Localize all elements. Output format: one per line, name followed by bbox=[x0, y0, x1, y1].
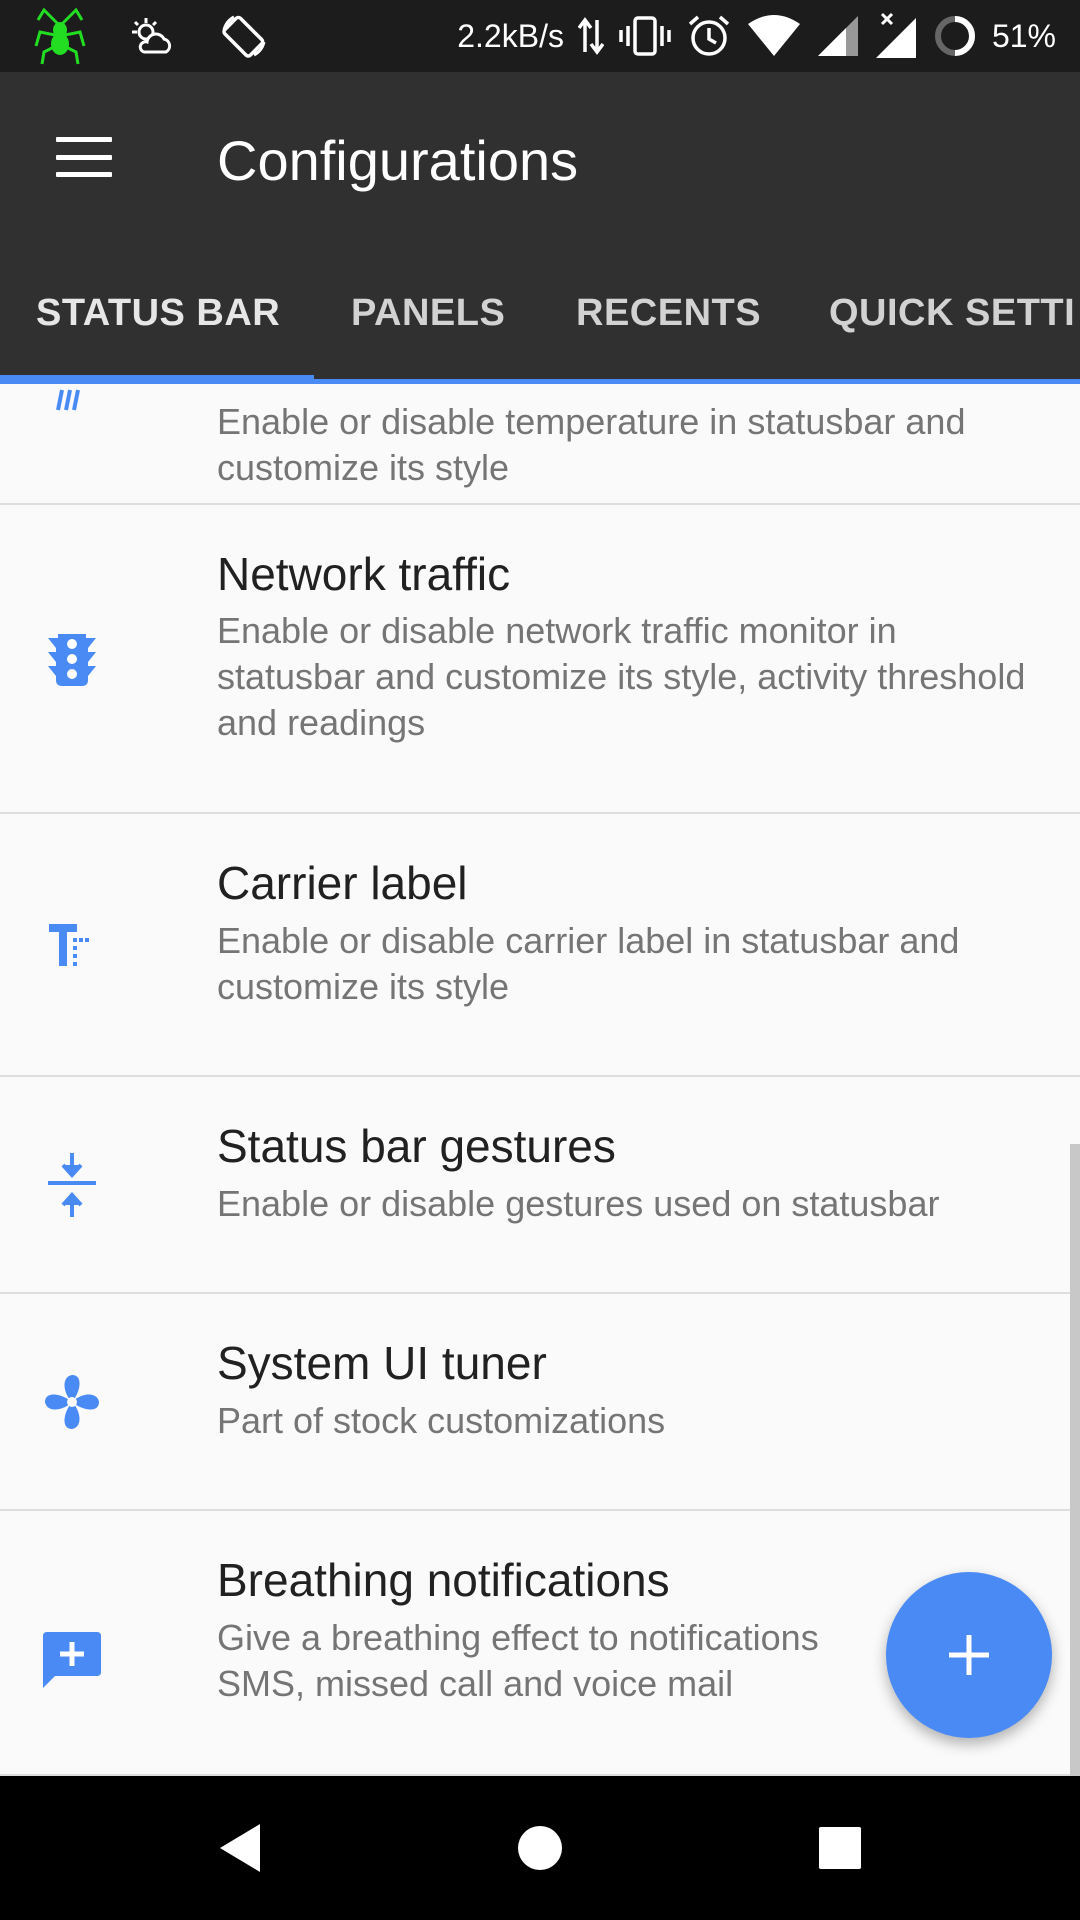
recents-icon[interactable] bbox=[804, 1812, 876, 1884]
add-fab-button[interactable] bbox=[886, 1572, 1052, 1738]
add-comment-icon bbox=[40, 1629, 104, 1693]
app-bar: Configurations bbox=[0, 72, 1080, 242]
list-item-description: Enable or disable temperature in statusb… bbox=[217, 401, 966, 488]
back-icon[interactable] bbox=[204, 1812, 276, 1884]
battery-percent-text: 51% bbox=[991, 17, 1056, 54]
data-arrows-icon bbox=[577, 16, 604, 56]
battery-ring-icon bbox=[932, 13, 978, 59]
status-bar-right-icons: 2.2kB/s 51% bbox=[457, 0, 1056, 72]
fan-icon bbox=[40, 1370, 104, 1434]
spider-app-icon bbox=[34, 6, 86, 66]
tab-panels[interactable]: PANELS bbox=[351, 242, 505, 384]
traffic-light-icon bbox=[40, 627, 104, 691]
list-item-description: Enable or disable carrier label in statu… bbox=[217, 920, 960, 1007]
system-navigation-bar bbox=[0, 1776, 1080, 1920]
list-item-system-ui-tuner[interactable]: System UI tuner Part of stock customizat… bbox=[0, 1294, 1080, 1511]
plus-icon bbox=[949, 1635, 989, 1675]
tab-status-bar[interactable]: STATUS BAR bbox=[36, 242, 280, 384]
tab-recents[interactable]: RECENTS bbox=[576, 242, 761, 384]
signal-no-data-icon bbox=[874, 12, 918, 60]
list-item-temperature[interactable]: Enable or disable temperature in statusb… bbox=[0, 384, 1080, 505]
system-status-bar: 2.2kB/s 51% bbox=[0, 0, 1080, 72]
list-item-title: Network traffic bbox=[217, 548, 511, 600]
thermometer-icon bbox=[40, 384, 104, 440]
compress-arrows-icon bbox=[40, 1153, 104, 1217]
home-icon[interactable] bbox=[504, 1812, 576, 1884]
list-item-network-traffic[interactable]: Network traffic Enable or disable networ… bbox=[0, 505, 1080, 814]
alarm-icon bbox=[686, 13, 732, 59]
wifi-icon bbox=[746, 14, 802, 58]
signal-icon bbox=[816, 14, 860, 58]
settings-list: Enable or disable temperature in statusb… bbox=[0, 384, 1080, 1776]
list-item-title: Breathing notifications bbox=[217, 1554, 670, 1606]
list-item-title: System UI tuner bbox=[217, 1337, 547, 1389]
tab-quick-settings[interactable]: QUICK SETTI bbox=[829, 242, 1075, 384]
list-item-title: Status bar gestures bbox=[217, 1120, 616, 1172]
list-item-description: Enable or disable network traffic monito… bbox=[217, 610, 1026, 743]
weather-icon bbox=[130, 16, 176, 56]
text-format-icon bbox=[40, 914, 104, 978]
list-item-title: Carrier label bbox=[217, 857, 468, 909]
tab-bar: STATUS BAR PANELS RECENTS QUICK SETTI bbox=[0, 242, 1080, 384]
active-tab-indicator bbox=[0, 375, 314, 384]
rotation-icon bbox=[220, 12, 268, 60]
list-scrollbar[interactable] bbox=[1070, 1144, 1080, 1776]
list-item-description: Give a breathing effect to notifications… bbox=[217, 1617, 819, 1704]
vibrate-icon bbox=[618, 14, 672, 58]
status-bar-left-icons bbox=[34, 6, 268, 66]
net-speed-text: 2.2kB/s bbox=[457, 17, 564, 54]
list-item-status-bar-gestures[interactable]: Status bar gestures Enable or disable ge… bbox=[0, 1077, 1080, 1294]
hamburger-menu-icon[interactable] bbox=[56, 137, 112, 177]
list-item-description: Enable or disable gestures used on statu… bbox=[217, 1183, 940, 1224]
page-title: Configurations bbox=[217, 129, 579, 192]
list-item-carrier-label[interactable]: Carrier label Enable or disable carrier … bbox=[0, 814, 1080, 1077]
list-item-description: Part of stock customizations bbox=[217, 1400, 666, 1441]
